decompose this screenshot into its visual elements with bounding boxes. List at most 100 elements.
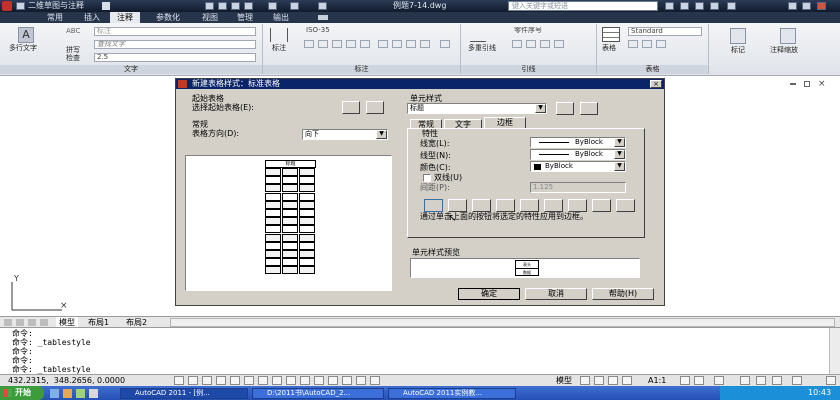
3dosnap-toggle[interactable] bbox=[258, 376, 268, 385]
dialog-close-button[interactable]: × bbox=[650, 80, 662, 88]
dim-tool-1[interactable] bbox=[304, 40, 314, 48]
am-toggle[interactable] bbox=[370, 376, 380, 385]
help-button[interactable]: 帮助(H) bbox=[592, 288, 654, 300]
table-style-field[interactable]: Standard bbox=[628, 27, 702, 36]
workspace-gear-icon[interactable] bbox=[16, 2, 25, 10]
save-icon[interactable] bbox=[231, 2, 240, 10]
command-prompt-line[interactable]: 命令: _tablestyle bbox=[12, 365, 91, 374]
dim-tool-7[interactable] bbox=[392, 40, 402, 48]
subscription-icon[interactable] bbox=[680, 2, 689, 10]
text-group-title[interactable]: 文字 bbox=[0, 65, 262, 74]
last-layout-icon[interactable] bbox=[40, 319, 48, 326]
hardware-accel-icon[interactable] bbox=[756, 376, 766, 385]
spacing-input[interactable]: 1.125 bbox=[530, 182, 626, 193]
drawing-restore-icon[interactable] bbox=[804, 81, 810, 87]
markup-icon[interactable] bbox=[730, 28, 746, 44]
taskbar-button-autocad[interactable]: AutoCAD 2011 - [例... bbox=[120, 388, 248, 399]
plot-icon[interactable] bbox=[318, 2, 327, 10]
sc-toggle[interactable] bbox=[356, 376, 366, 385]
border-none-button[interactable] bbox=[496, 199, 515, 212]
double-line-checkbox[interactable] bbox=[423, 174, 431, 182]
linetype-select[interactable]: ByBlock bbox=[530, 149, 626, 160]
leader-tool-3[interactable] bbox=[540, 40, 550, 48]
search-icon[interactable] bbox=[665, 2, 674, 10]
dyn-toggle[interactable] bbox=[300, 376, 310, 385]
annotation-scaling-icon[interactable] bbox=[780, 28, 796, 44]
dim-tool-3[interactable] bbox=[332, 40, 342, 48]
coordinates-readout[interactable]: 432.2315, 348.2656, 0.0000 bbox=[8, 376, 125, 386]
double-line-label[interactable]: 双线(U) bbox=[434, 173, 462, 183]
ducs-toggle[interactable] bbox=[286, 376, 296, 385]
tab-parametric[interactable]: 参数化 bbox=[148, 12, 188, 23]
drawing-close-icon[interactable]: × bbox=[818, 80, 826, 89]
taskbar-button-document[interactable]: AutoCAD 2011实例教... bbox=[388, 388, 516, 399]
mtext-label[interactable]: 多行文字 bbox=[9, 44, 37, 53]
otrack-toggle[interactable] bbox=[272, 376, 282, 385]
cell-style-select[interactable]: 标题 bbox=[407, 103, 547, 114]
lineweight-select[interactable]: ByBlock bbox=[530, 137, 626, 148]
chevron-down-icon[interactable]: ▼ bbox=[614, 162, 625, 171]
model-space-label[interactable]: 模型 bbox=[556, 376, 572, 385]
border-right-button[interactable] bbox=[592, 199, 611, 212]
dimension-group-title[interactable]: 标注 bbox=[263, 65, 460, 74]
favorites-icon[interactable] bbox=[710, 2, 719, 10]
auto-scale-icon[interactable] bbox=[694, 376, 704, 385]
ortho-toggle[interactable] bbox=[216, 376, 226, 385]
status-menu-icon[interactable] bbox=[792, 376, 802, 385]
tab-view[interactable]: 视图 bbox=[196, 12, 224, 23]
quicklaunch-icon-2[interactable] bbox=[63, 389, 72, 398]
dimension-icon[interactable] bbox=[270, 28, 288, 42]
layout-view-icon[interactable] bbox=[580, 376, 590, 385]
abc-icon[interactable]: ABC bbox=[66, 27, 80, 36]
chevron-down-icon[interactable]: ▼ bbox=[614, 138, 625, 147]
table-group-title[interactable]: 表格 bbox=[597, 65, 708, 74]
next-layout-icon[interactable] bbox=[28, 319, 36, 326]
minimize-icon[interactable] bbox=[788, 2, 797, 10]
lock-icon[interactable] bbox=[740, 376, 750, 385]
tab-manage[interactable]: 管理 bbox=[230, 12, 260, 23]
border-all-button[interactable] bbox=[424, 199, 443, 212]
taskbar-button-folder[interactable]: D:\2011书\AutoCAD_2... bbox=[252, 388, 384, 399]
saveas-icon[interactable] bbox=[244, 2, 253, 10]
ok-button[interactable]: 确定 bbox=[458, 288, 520, 300]
tab-annotate[interactable]: 注释 bbox=[110, 12, 140, 23]
redo-icon[interactable] bbox=[290, 2, 299, 10]
start-button[interactable]: 开始 bbox=[0, 386, 44, 400]
quicklaunch-icon-4[interactable] bbox=[89, 389, 98, 398]
clean-screen-icon[interactable] bbox=[826, 376, 836, 385]
border-outside-button[interactable] bbox=[448, 199, 467, 212]
pan-icon[interactable] bbox=[608, 376, 618, 385]
tab-output[interactable]: 输出 bbox=[266, 12, 296, 23]
open-icon[interactable] bbox=[218, 2, 227, 10]
tab-insert[interactable]: 插入 bbox=[78, 12, 106, 23]
dialog-title-bar[interactable]: 新建表格样式：标准表格 × bbox=[176, 79, 664, 89]
osnap-toggle[interactable] bbox=[244, 376, 254, 385]
dim-tool-4[interactable] bbox=[346, 40, 356, 48]
remove-start-table-button[interactable] bbox=[366, 101, 384, 114]
border-bottom-button[interactable] bbox=[520, 199, 539, 212]
horizontal-scrollbar[interactable] bbox=[170, 318, 835, 327]
workspace-name[interactable]: 二维草图与注释 bbox=[28, 0, 84, 12]
snap-toggle[interactable] bbox=[188, 376, 198, 385]
leader-style-field[interactable]: 零件序号 bbox=[512, 27, 592, 36]
border-inside-horizontal-button[interactable] bbox=[616, 199, 635, 212]
spell-check-label[interactable]: 拼写检查 bbox=[66, 46, 84, 62]
lineweight-toggle[interactable] bbox=[314, 376, 324, 385]
drawing-minimize-icon[interactable] bbox=[790, 83, 796, 85]
polar-toggle[interactable] bbox=[230, 376, 240, 385]
app-menu-icon[interactable] bbox=[2, 1, 12, 11]
grid-toggle[interactable] bbox=[202, 376, 212, 385]
text-style-field[interactable]: 标注 bbox=[94, 27, 256, 36]
chevron-down-icon[interactable]: ▼ bbox=[535, 104, 546, 113]
help-icon[interactable] bbox=[727, 2, 736, 10]
zoom-icon[interactable] bbox=[622, 376, 632, 385]
undo-icon[interactable] bbox=[268, 2, 277, 10]
table-tool-1[interactable] bbox=[628, 40, 638, 48]
transparency-toggle[interactable] bbox=[328, 376, 338, 385]
chevron-down-icon[interactable]: ▼ bbox=[376, 130, 387, 139]
workspace-dropdown[interactable] bbox=[102, 2, 110, 10]
quicklaunch-icon-1[interactable] bbox=[50, 389, 59, 398]
dim-tool-9[interactable] bbox=[420, 40, 430, 48]
border-top-button[interactable] bbox=[568, 199, 587, 212]
text-height-field[interactable]: 2.5 bbox=[94, 53, 256, 62]
